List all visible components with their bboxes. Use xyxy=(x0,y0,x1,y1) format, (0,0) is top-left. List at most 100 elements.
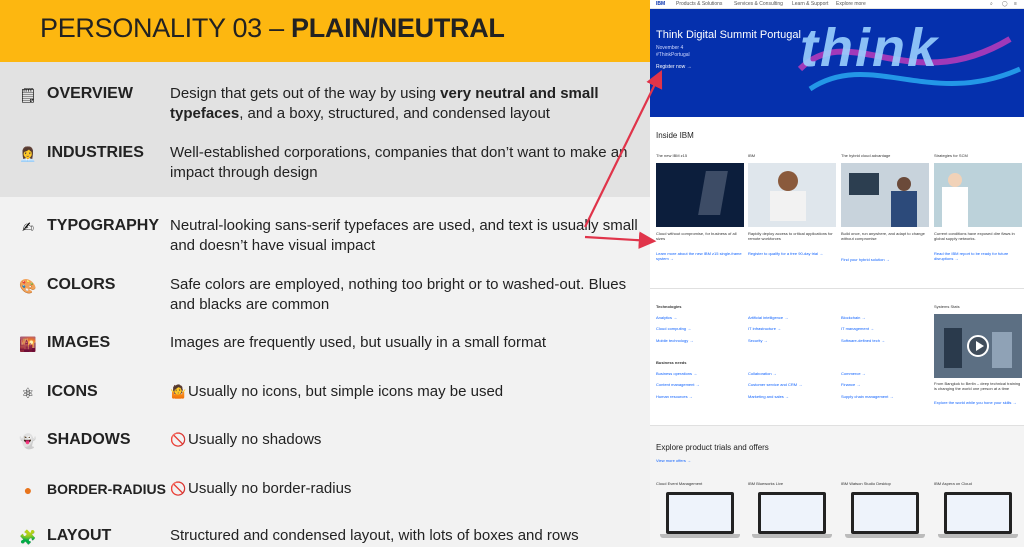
palette-icon: 🎨 xyxy=(19,278,37,294)
hero-banner[interactable]: think Think Digital Summit Portugal Nove… xyxy=(650,9,1024,117)
trial-caption: IBM Aspera on Cloud xyxy=(934,481,972,486)
row-desc: 🚫 Usually no shadows xyxy=(170,431,322,448)
card-caption: The hybrid cloud advantage xyxy=(841,153,891,158)
row-label: OVERVIEW xyxy=(47,85,133,102)
biz-link[interactable]: Customer service and CRM → xyxy=(748,382,802,387)
hero-title: Think Digital Summit Portugal xyxy=(656,29,801,41)
row-desc: Safe colors are employed, nothing too br… xyxy=(170,276,627,313)
row-label: BORDER-RADIUS xyxy=(47,481,166,497)
video-thumbnail[interactable] xyxy=(934,314,1022,378)
nav-item[interactable]: Products & Solutions xyxy=(676,1,722,7)
puzzle-piece-icon: 🧩 xyxy=(19,529,37,545)
tech-link[interactable]: Artificial intelligence → xyxy=(748,315,788,320)
row-label: IMAGES xyxy=(47,334,111,351)
stories-link[interactable]: Explore the world while you hone your sk… xyxy=(934,400,1016,405)
section-divider xyxy=(650,288,1024,289)
technologies-title: Technologies xyxy=(656,304,682,309)
row-label: LAYOUT xyxy=(47,527,112,544)
hero-register-link[interactable]: Register now → xyxy=(656,64,692,70)
card-link[interactable]: Find your hybrid solution → xyxy=(841,257,927,262)
business-needs-title: Business needs xyxy=(656,360,687,365)
tech-link[interactable]: IT infrastructure → xyxy=(748,326,781,331)
search-icon[interactable]: ⌕ xyxy=(990,1,993,7)
card-link[interactable]: Read the IBM report to be ready for futu… xyxy=(934,251,1020,261)
biz-link[interactable]: Content management → xyxy=(656,382,700,387)
site-top-nav: IBM Products & Solutions Services & Cons… xyxy=(650,0,1024,9)
card-image xyxy=(841,163,929,227)
row-desc: Images are frequently used, but usually … xyxy=(170,334,547,351)
tech-link[interactable]: Analytics → xyxy=(656,315,677,320)
sunset-image-icon: 🌇 xyxy=(19,336,37,352)
prohibited-icon: 🚫 xyxy=(170,432,187,447)
biz-link[interactable]: Human resources → xyxy=(656,394,693,399)
row-desc: Structured and condensed layout, with lo… xyxy=(170,527,579,544)
notepad-icon: 🗒 xyxy=(19,87,37,103)
card-link[interactable]: Learn more about the new IBM z15 single-… xyxy=(656,251,742,261)
trial-caption: IBM Blueworks Live xyxy=(748,481,784,486)
stories-title: Systems Stats xyxy=(934,304,960,309)
laptop-preview[interactable] xyxy=(752,492,832,542)
tech-link[interactable]: Security → xyxy=(748,338,768,343)
inside-ibm-title: Inside IBM xyxy=(656,131,694,140)
user-icon[interactable]: ◯ xyxy=(1002,1,1008,7)
card-body: Cloud without compromise, for business o… xyxy=(656,231,737,241)
ibm-website-screenshot: IBM Products & Solutions Services & Cons… xyxy=(650,0,1024,547)
stories-body: From Bangkok to Berlin – deep technical … xyxy=(934,381,1021,391)
hero-date: November 4 xyxy=(656,45,684,51)
biz-link[interactable]: Marketing and sales → xyxy=(748,394,789,399)
card-image xyxy=(748,163,836,227)
laptop-preview[interactable] xyxy=(660,492,740,542)
ibm-logo[interactable]: IBM xyxy=(656,1,665,7)
row-desc: 🤷 Usually no icons, but simple icons may … xyxy=(170,383,504,400)
biz-link[interactable]: Finance → xyxy=(841,382,860,387)
laptop-preview[interactable] xyxy=(845,492,925,542)
row-label: SHADOWS xyxy=(47,431,131,448)
nav-item[interactable]: Services & Consulting xyxy=(734,1,783,7)
trials-title: Explore product trials and offers xyxy=(656,443,769,452)
trials-link[interactable]: View more offers → xyxy=(656,458,691,463)
card-caption: Strategies for SCM xyxy=(934,153,968,158)
tech-link[interactable]: Mobile technology → xyxy=(656,338,693,343)
card-image xyxy=(934,163,1022,227)
row-label: ICONS xyxy=(47,383,98,400)
card-link[interactable]: Register to qualify for a free 90-day tr… xyxy=(748,251,834,256)
row-desc: Neutral-looking sans-serif typefaces are… xyxy=(170,217,638,254)
card-body: Build once, run anywhere, and adapt to c… xyxy=(841,231,925,241)
biz-link[interactable]: Supply chain management → xyxy=(841,394,893,399)
card-caption: The new IBM z15 xyxy=(656,153,688,158)
prohibited-icon: 🚫 xyxy=(170,481,187,496)
tech-link[interactable]: Software-defined tech → xyxy=(841,338,885,343)
nav-item[interactable]: Learn & Support xyxy=(792,1,828,7)
play-icon[interactable] xyxy=(967,335,989,357)
slide-header: PERSONALITY 03 – PLAIN/NEUTRAL xyxy=(0,0,650,62)
slide-title: PERSONALITY 03 – PLAIN/NEUTRAL xyxy=(40,13,505,43)
writing-hand-icon: ✍ xyxy=(22,219,34,235)
hero-tag: #ThinkPortugal xyxy=(656,52,690,58)
tech-link[interactable]: Blockchain → xyxy=(841,315,865,320)
tech-link[interactable]: Cloud computing → xyxy=(656,326,691,331)
shrug-icon: 🤷 xyxy=(170,384,187,399)
orange-circle-icon: ● xyxy=(23,482,33,498)
menu-icon[interactable]: ≡ xyxy=(1014,1,1017,7)
row-label: INDUSTRIES xyxy=(47,144,144,161)
tech-link[interactable]: IT management → xyxy=(841,326,874,331)
row-label: TYPOGRAPHY xyxy=(47,217,160,234)
hero-word: think xyxy=(800,18,939,78)
row-label: COLORS xyxy=(47,276,116,293)
card-body: Current conditions have exposed dire fla… xyxy=(934,231,1015,241)
biz-link[interactable]: Collaboration → xyxy=(748,371,777,376)
laptop-preview[interactable] xyxy=(938,492,1018,542)
biz-link[interactable]: Business operations → xyxy=(656,371,697,376)
nav-item[interactable]: Explore more xyxy=(836,1,866,7)
ghost-icon: 👻 xyxy=(19,433,37,449)
biz-link[interactable]: Commerce → xyxy=(841,371,866,376)
row-desc: Design that gets out of the way by using… xyxy=(170,85,599,122)
trial-caption: Cloud Event Management xyxy=(656,481,703,486)
personality-table: 🗒 OVERVIEW Design that gets out of the w… xyxy=(0,62,650,547)
card-image xyxy=(656,163,744,227)
row-desc: 🚫 Usually no border-radius xyxy=(170,480,352,497)
office-worker-icon: 👩‍💼 xyxy=(19,146,37,162)
atom-icon: ⚛ xyxy=(21,385,35,401)
row-desc: Well-established corporations, companies… xyxy=(170,144,628,181)
card-body: Rapidly deploy access to critical applic… xyxy=(748,231,833,241)
